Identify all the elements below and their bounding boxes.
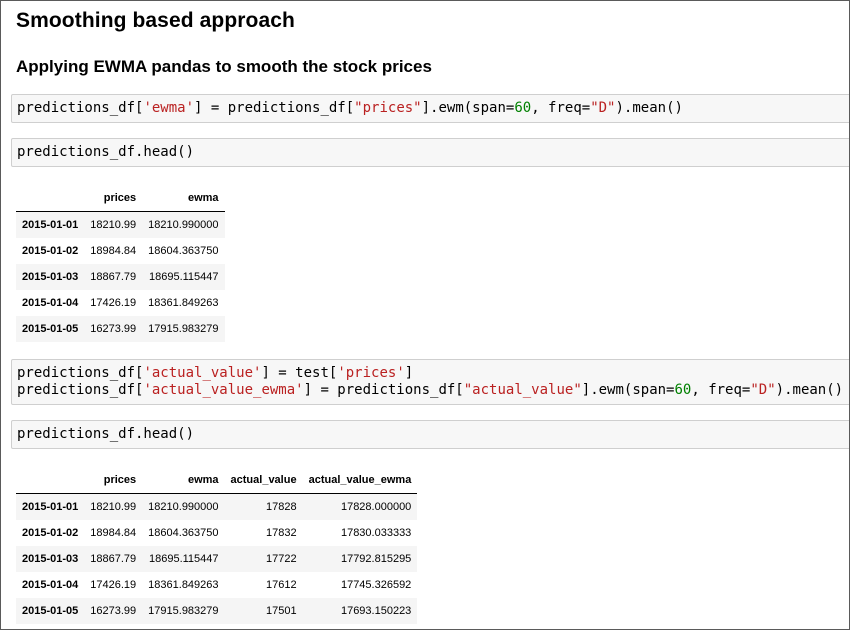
cell-actual-value: 17828 (265, 501, 297, 513)
cell-prices: 18984.84 (90, 527, 137, 539)
code-token: ] = test[ (261, 365, 338, 381)
code-token: predictions_df.head() (17, 144, 195, 160)
index-header (16, 185, 85, 212)
cell-ewma: 18361.849263 (148, 579, 219, 591)
cell-prices: 18210.99 (90, 501, 137, 513)
table-header-row: prices ewma (16, 185, 225, 212)
column-header: actual_value_ewma (302, 467, 418, 494)
row-index: 2015-01-05 (22, 605, 79, 617)
code-string: "D" (750, 382, 776, 398)
cell-ewma: 18695.115447 (148, 271, 219, 283)
cell-prices: 17426.19 (90, 297, 137, 309)
column-header: ewma (142, 185, 225, 212)
dataframe-table-1: prices ewma 2015-01-01 18210.99 18210.99… (16, 185, 225, 342)
table-header-row: prices ewma actual_value actual_value_ew… (16, 467, 418, 494)
code-token: ] = predictions_df[ (303, 382, 464, 398)
cell-actual-value: 17832 (265, 527, 297, 539)
cell-actual-value: 17501 (265, 605, 297, 617)
table-row: 2015-01-02 18984.84 18604.363750 17832 1… (16, 520, 417, 546)
code-number: 60 (514, 100, 532, 116)
code-token: ].ewm(span= (421, 100, 515, 116)
cell-prices: 18867.79 (90, 271, 137, 283)
table-row: 2015-01-05 16273.99 17915.983279 17501 1… (16, 598, 418, 624)
table-row: 2015-01-01 18210.99 18210.990000 (16, 211, 225, 238)
code-token: predictions_df[ (17, 365, 144, 381)
code-token: ).mean() (615, 100, 683, 116)
code-token: , freq= (691, 382, 751, 398)
table-row: 2015-01-03 18867.79 18695.115447 17722 1… (16, 546, 418, 572)
table-row: 2015-01-04 17426.19 18361.849263 (16, 290, 225, 316)
row-index: 2015-01-04 (22, 297, 79, 309)
column-header: prices (84, 185, 143, 212)
code-number: 60 (674, 382, 692, 398)
code-string: 'prices' (337, 365, 405, 381)
code-token: predictions_df.head() (17, 426, 195, 442)
cell-actual-value: 17612 (265, 579, 297, 591)
cell-prices: 18984.84 (90, 245, 137, 257)
table-row: 2015-01-01 18210.99 18210.990000 17828 1… (16, 493, 418, 520)
dataframe-table-2: prices ewma actual_value actual_value_ew… (16, 467, 418, 624)
table-row: 2015-01-04 17426.19 18361.849263 17612 1… (16, 572, 417, 598)
cell-actual-value-ewma: 17828.000000 (340, 501, 412, 513)
cell-actual-value-ewma: 17792.815295 (340, 553, 412, 565)
code-token: ).mean() (775, 382, 844, 398)
code-string: "prices" (354, 100, 422, 116)
cell-prices: 18210.99 (90, 219, 137, 231)
code-cell-ewma[interactable]: predictions_df['ewma'] = predictions_df[… (11, 94, 849, 123)
code-string: 'actual_value' (143, 365, 262, 381)
code-string: "actual_value" (463, 382, 582, 398)
table-row: 2015-01-02 18984.84 18604.363750 (16, 238, 225, 264)
cell-ewma: 17915.983279 (148, 605, 219, 617)
cell-actual-value-ewma: 17830.033333 (340, 527, 412, 539)
row-index: 2015-01-02 (22, 245, 79, 257)
cell-ewma: 17915.983279 (148, 323, 219, 335)
code-cell-head-1[interactable]: predictions_df.head() (11, 138, 849, 167)
code-token: predictions_df[ (17, 382, 144, 398)
cell-ewma: 18210.990000 (148, 219, 219, 231)
code-cell-actual-value[interactable]: predictions_df['actual_value'] = test['p… (11, 359, 849, 405)
cell-ewma: 18695.115447 (148, 553, 219, 565)
index-header (16, 467, 85, 494)
table-row: 2015-01-03 18867.79 18695.115447 (16, 264, 225, 290)
code-token: ] = predictions_df[ (194, 100, 355, 116)
cell-prices: 17426.19 (90, 579, 137, 591)
table-row: 2015-01-05 16273.99 17915.983279 (16, 316, 225, 342)
code-token: ].ewm(span= (581, 382, 675, 398)
row-index: 2015-01-02 (22, 527, 79, 539)
column-header: prices (84, 467, 143, 494)
row-index: 2015-01-03 (22, 553, 79, 565)
cell-prices: 18867.79 (90, 553, 137, 565)
column-header: actual_value (224, 467, 303, 494)
cell-prices: 16273.99 (90, 323, 137, 335)
row-index: 2015-01-03 (22, 271, 79, 283)
row-index: 2015-01-04 (22, 579, 79, 591)
cell-actual-value-ewma: 17693.150223 (340, 605, 412, 617)
row-index: 2015-01-05 (22, 323, 79, 335)
column-header: ewma (142, 467, 225, 494)
code-token: , freq= (531, 100, 591, 116)
section-subtitle: Applying EWMA pandas to smooth the stock… (16, 57, 432, 76)
code-token: predictions_df[ (17, 100, 144, 116)
cell-ewma: 18604.363750 (148, 527, 219, 539)
cell-ewma: 18361.849263 (148, 297, 219, 309)
cell-actual-value-ewma: 17745.326592 (340, 579, 412, 591)
code-string: 'ewma' (143, 100, 195, 116)
code-string: "D" (590, 100, 616, 116)
cell-ewma: 18604.363750 (148, 245, 219, 257)
cell-actual-value: 17722 (265, 553, 297, 565)
row-index: 2015-01-01 (22, 219, 79, 231)
cell-prices: 16273.99 (90, 605, 137, 617)
code-token: ] (404, 365, 414, 381)
cell-ewma: 18210.990000 (148, 501, 219, 513)
row-index: 2015-01-01 (22, 501, 79, 513)
code-cell-head-2[interactable]: predictions_df.head() (11, 420, 849, 449)
notebook-page: Smoothing based approach Applying EWMA p… (0, 0, 850, 630)
page-title: Smoothing based approach (16, 9, 295, 32)
code-string: 'actual_value_ewma' (143, 382, 304, 398)
